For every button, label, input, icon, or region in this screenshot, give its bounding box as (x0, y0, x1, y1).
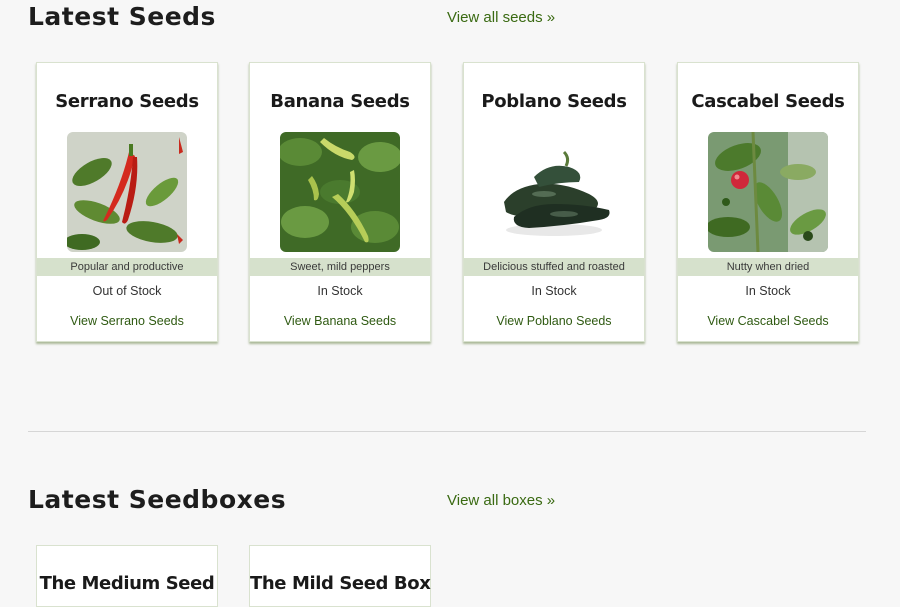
seed-card-serrano[interactable]: Serrano Seeds Popular and productive Out… (36, 62, 218, 342)
section-divider (28, 431, 866, 432)
view-product-link[interactable]: View Banana Seeds (250, 314, 430, 328)
card-title: The Medium Seed (39, 573, 215, 594)
section-title-latest-seeds: Latest Seeds (28, 2, 216, 31)
card-tagline: Popular and productive (37, 258, 217, 276)
seed-card-cascabel[interactable]: Cascabel Seeds Nutty when dried In Stock… (677, 62, 859, 342)
banana-pepper-image[interactable] (280, 132, 400, 252)
view-all-boxes-link[interactable]: View all boxes » (447, 492, 555, 509)
card-tagline: Sweet, mild peppers (250, 258, 430, 276)
card-title: Serrano Seeds (55, 91, 199, 112)
cascabel-pepper-image[interactable] (708, 132, 828, 252)
card-tagline: Nutty when dried (678, 258, 858, 276)
seedbox-card-medium[interactable]: The Medium Seed (36, 545, 218, 607)
card-title: Poblano Seeds (481, 91, 627, 112)
stock-status: Out of Stock (92, 284, 162, 298)
view-product-link[interactable]: View Serrano Seeds (37, 314, 217, 328)
card-title: Banana Seeds (270, 91, 410, 112)
view-all-seeds-link[interactable]: View all seeds » (447, 9, 555, 26)
view-product-link[interactable]: View Cascabel Seeds (678, 314, 858, 328)
section-title-latest-seedboxes: Latest Seedboxes (28, 485, 287, 514)
card-tagline: Delicious stuffed and roasted (464, 258, 644, 276)
card-title: Cascabel Seeds (691, 91, 845, 112)
stock-status: In Stock (531, 284, 577, 298)
view-product-link[interactable]: View Poblano Seeds (464, 314, 644, 328)
seed-card-poblano[interactable]: Poblano Seeds Delicious stuffed and roas… (463, 62, 645, 342)
card-title: The Mild Seed Box (250, 573, 431, 594)
seedbox-card-mild[interactable]: The Mild Seed Box (249, 545, 431, 607)
stock-status: In Stock (317, 284, 363, 298)
serrano-pepper-image[interactable] (67, 132, 187, 252)
poblano-pepper-image[interactable] (494, 132, 614, 252)
seed-card-banana[interactable]: Banana Seeds Sweet, mild peppers In Stoc… (249, 62, 431, 342)
stock-status: In Stock (745, 284, 791, 298)
